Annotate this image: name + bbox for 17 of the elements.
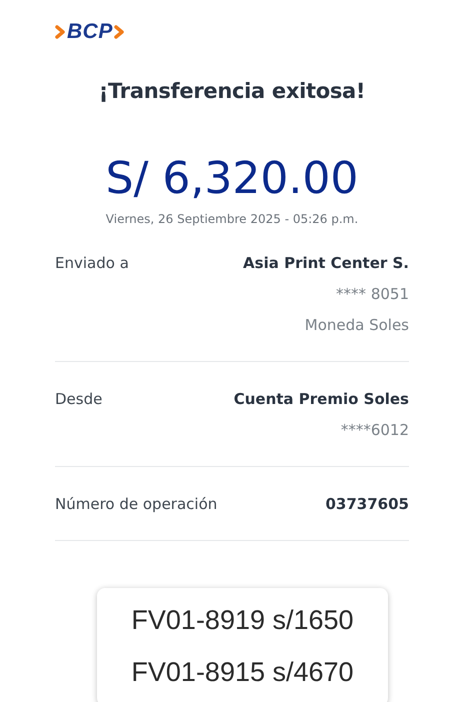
chevron-icon (55, 25, 66, 39)
chevron-icon (114, 25, 125, 39)
detail-value: Asia Print Center S. (243, 253, 409, 274)
detail-value: ****6012 (340, 420, 409, 441)
bank-logo: BCP (67, 20, 113, 44)
detail-label: Enviado a (55, 253, 129, 274)
success-title: ¡Transferencia exitosa! (98, 79, 366, 103)
detail-value: **** 8051 (336, 284, 409, 305)
transfer-amount: S/ 6,320.00 (104, 153, 360, 204)
detail-value: Moneda Soles (304, 315, 409, 336)
transfer-date: Viernes, 26 Septiembre 2025 - 05:26 p.m. (104, 212, 360, 226)
detail-value: 03737605 (326, 494, 409, 515)
note-line: FV01-8915 s/4670 (131, 656, 354, 689)
detail-label: Número de operación (55, 494, 218, 515)
note-line: FV01-8919 s/1650 (131, 604, 354, 637)
detail-label: Desde (55, 389, 102, 410)
detail-value: Cuenta Premio Soles (234, 389, 409, 410)
